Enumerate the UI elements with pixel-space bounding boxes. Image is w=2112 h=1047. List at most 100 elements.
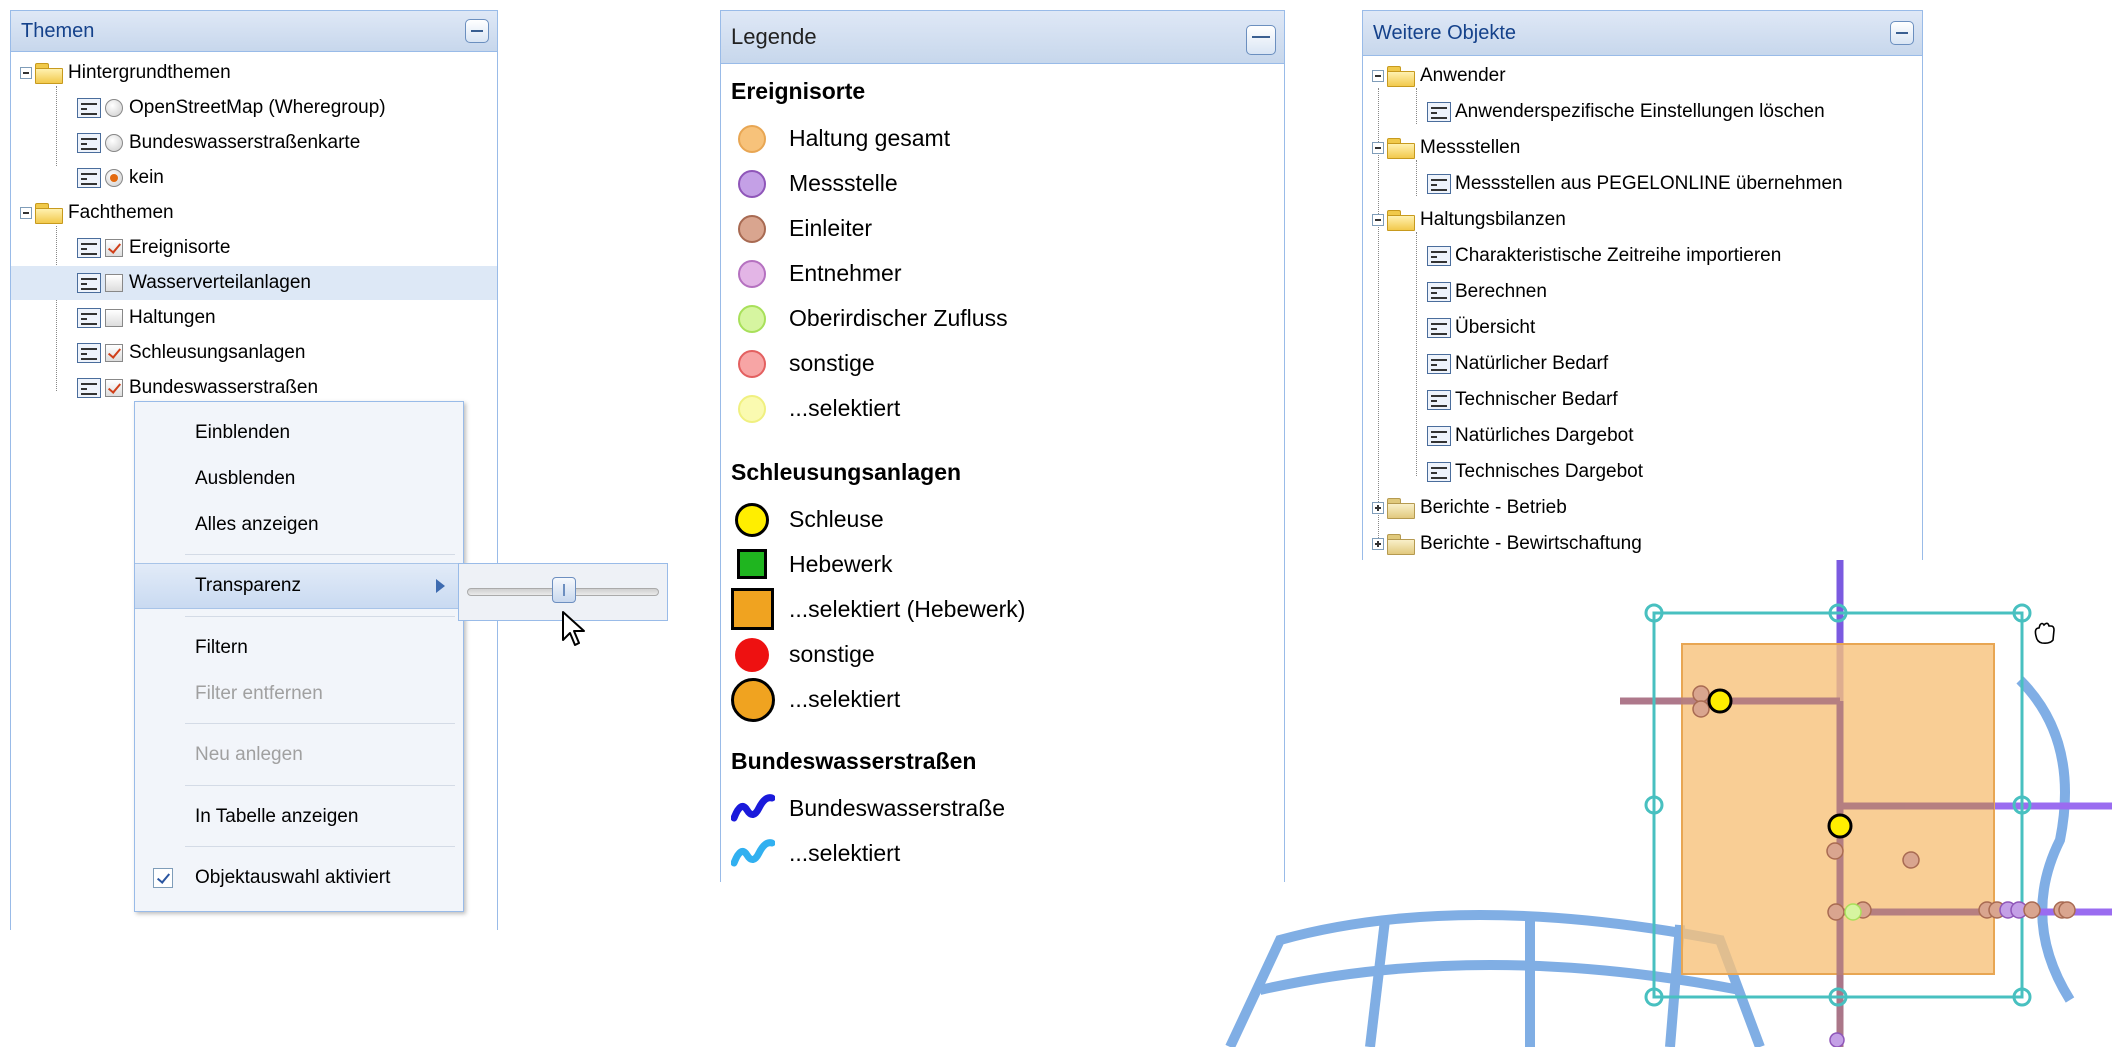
tree-node-anwenderspezifisch[interactable]: Anwenderspezifische Einstellungen lösche… [1427,95,1825,129]
tree-node-kein[interactable]: kein [77,161,164,195]
hand-cursor-icon [2034,622,2055,644]
tree-node-bundeswasserstrassenkarte[interactable]: Bundeswasserstraßenkarte [77,126,360,160]
tree-guide-line [1416,160,1417,196]
tree-node-zeitreihe[interactable]: Charakteristische Zeitreihe importieren [1427,239,1781,273]
checkbox-checked-icon[interactable] [105,239,123,257]
folder-icon [1387,66,1415,87]
collapse-node-icon[interactable] [1372,214,1384,226]
circle-marker-icon [731,501,775,537]
action-icon [1427,426,1451,446]
tree-node-label: Anwenderspezifische Einstellungen lösche… [1455,101,1825,122]
tree-node-anwender[interactable]: Anwender [1372,59,1506,93]
tree-node-ereignisorte[interactable]: Ereignisorte [77,231,230,265]
checkbox-icon[interactable] [105,274,123,292]
tree-node-fachthemen[interactable]: Fachthemen [20,196,174,230]
action-icon [1427,174,1451,194]
menu-item-in-tabelle-anzeigen[interactable]: In Tabelle anzeigen [135,794,463,840]
collapse-icon[interactable] [1246,25,1276,55]
menu-item-label: Objektauswahl aktiviert [195,867,391,888]
tree-node-label: Berichte - Betrieb [1420,497,1567,518]
tree-guide-line [1416,232,1417,476]
menu-item-neu-anlegen[interactable]: Neu anlegen [135,732,463,778]
tree-node-bundeswasserstrassen[interactable]: Bundeswasserstraßen [77,371,318,405]
tree-node-berichte-betrieb[interactable]: Berichte - Betrieb [1372,491,1567,525]
legend-item-label: ...selektiert (Hebewerk) [789,595,1026,622]
transparency-slider-thumb[interactable] [552,577,576,603]
tree-node-label: Technischer Bedarf [1455,389,1618,410]
tree-node-berechnen[interactable]: Berechnen [1427,275,1547,309]
menu-item-alles-anzeigen[interactable]: Alles anzeigen [135,502,463,548]
tree-node-uebersicht[interactable]: Übersicht [1427,311,1535,345]
legend-item: sonstige [731,636,875,672]
legend-item-label: ...selektiert [789,394,901,421]
collapse-node-icon[interactable] [1372,70,1384,82]
checkbox-icon[interactable] [105,309,123,327]
menu-item-filtern[interactable]: Filtern [135,625,463,671]
menu-item-label: In Tabelle anzeigen [195,806,359,827]
legend-item-label: sonstige [789,640,875,667]
checkbox-checked-icon[interactable] [105,379,123,397]
legend-dot [738,260,766,288]
tree-node-label: Ereignisorte [129,237,231,258]
menu-item-ausblenden[interactable]: Ausblenden [135,456,463,502]
tree-node-berichte-bewirtschaftung[interactable]: Berichte - Bewirtschaftung [1372,527,1642,561]
collapse-icon[interactable] [1890,21,1914,45]
action-icon [1427,282,1451,302]
menu-item-transparenz[interactable]: Transparenz [135,563,463,609]
radio-selected-icon[interactable] [105,169,123,187]
tree-node-schleusungsanlagen[interactable]: Schleusungsanlagen [77,336,305,370]
tree-node-openstreetmap[interactable]: OpenStreetMap (Wheregroup) [77,91,386,125]
collapse-node-icon[interactable] [20,67,32,79]
menu-item-label: Alles anzeigen [195,514,319,535]
tree-node-pegelonline[interactable]: Messstellen aus PEGELONLINE übernehmen [1427,167,1843,201]
legend-dot [738,215,766,243]
radio-icon[interactable] [105,134,123,152]
legend-item: Messstelle [731,165,898,201]
tree-node-hintergrundthemen[interactable]: Hintergrundthemen [20,56,231,90]
checkbox-checked-icon[interactable] [105,344,123,362]
tree-node-haltungen[interactable]: Haltungen [77,301,216,335]
waterway-line-icon [730,835,776,871]
legend-item: Bundeswasserstraße [730,790,1005,826]
layer-icon [77,378,101,398]
circle-marker-icon [731,390,775,426]
tree-node-natuerlicher-bedarf[interactable]: Natürlicher Bedarf [1427,347,1608,381]
layer-icon [77,98,101,118]
expand-node-icon[interactable] [1372,502,1384,514]
tree-node-label: Berichte - Bewirtschaftung [1420,533,1642,554]
legend-item: Hebewerk [731,546,893,582]
legend-item-label: Messstelle [789,169,898,196]
legend-item-label: Schleuse [789,505,884,532]
radio-icon[interactable] [105,99,123,117]
weitere-panel-header: Weitere Objekte [1363,11,1922,56]
collapse-node-icon[interactable] [20,207,32,219]
tree-node-messstellen[interactable]: Messstellen [1372,131,1520,165]
tree-node-label: Übersicht [1455,317,1536,338]
tree-node-natuerliches-dargebot[interactable]: Natürliches Dargebot [1427,419,1633,453]
layer-icon [77,343,101,363]
collapse-icon[interactable] [465,19,489,43]
legend-dot [735,503,769,537]
legend-item: ...selektiert (Hebewerk) [731,588,1026,630]
tree-node-haltungsbilanzen[interactable]: Haltungsbilanzen [1372,203,1566,237]
tree-node-technisches-dargebot[interactable]: Technisches Dargebot [1427,455,1643,489]
legend-section-title: Ereignisorte [731,78,866,104]
legend-item-label: Haltung gesamt [789,124,951,151]
tree-node-technischer-bedarf[interactable]: Technischer Bedarf [1427,383,1618,417]
menu-item-filter-entfernen[interactable]: Filter entfernen [135,671,463,717]
menu-item-einblenden[interactable]: Einblenden [135,410,463,456]
tree-node-wasserverteilanlagen[interactable]: Wasserverteilanlagen [11,266,497,300]
layer-icon [77,168,101,188]
menu-separator [185,554,455,555]
menu-item-label: Ausblenden [195,468,296,489]
tree-node-label: Haltungsbilanzen [1420,209,1566,230]
expand-node-icon[interactable] [1372,538,1384,550]
layer-icon [77,273,101,293]
layer-icon [77,308,101,328]
menu-item-objektauswahl[interactable]: Objektauswahl aktiviert [135,855,463,901]
action-icon [1427,354,1451,374]
themen-panel-header: Themen [11,11,497,52]
collapse-node-icon[interactable] [1372,142,1384,154]
checkbox-checked-icon[interactable] [153,868,173,888]
submenu-arrow-icon [436,579,445,593]
